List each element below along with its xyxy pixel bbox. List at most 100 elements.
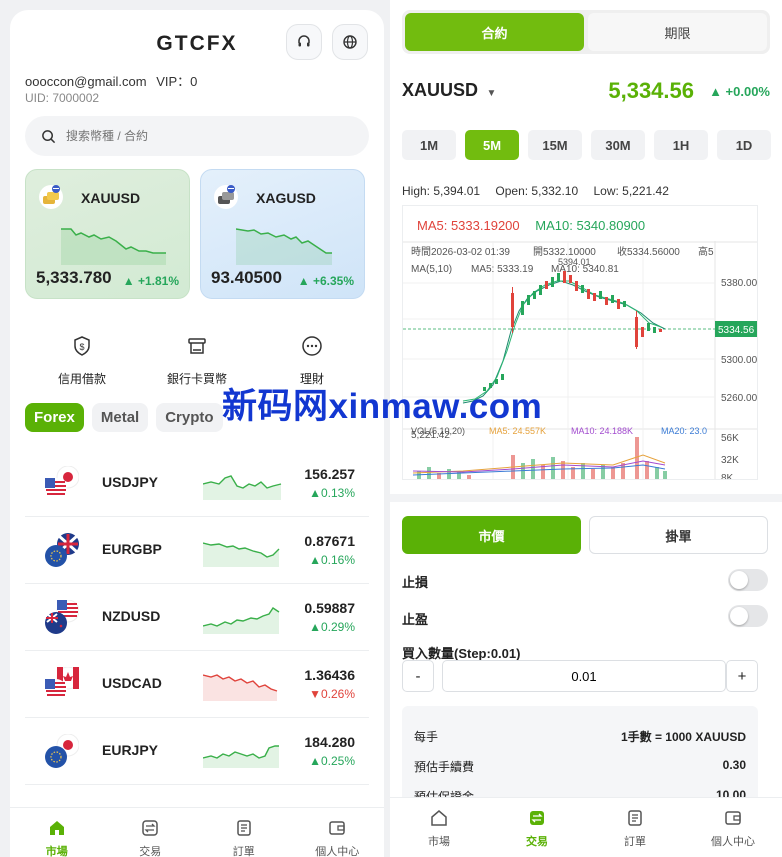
home-icon [49, 821, 64, 835]
silver-bar-icon [214, 185, 238, 209]
tf-1m[interactable]: 1M [402, 130, 456, 160]
tf-30m[interactable]: 30M [591, 130, 645, 160]
list-item[interactable]: EURGBP 0.87671 ▲0.16% [25, 517, 369, 584]
wallet-icon [725, 811, 741, 825]
search-box[interactable] [25, 116, 369, 156]
search-input[interactable] [66, 129, 326, 143]
user-uid: UID: 7000002 [25, 91, 100, 105]
row-change: ▲0.16% [309, 553, 355, 567]
symbol-bar: XAUUSD ▼ 5,334.56 ▲ +0.00% [402, 78, 770, 103]
list-item[interactable]: NZDUSD 0.59887 ▲0.29% [25, 584, 369, 651]
ma10-value: MA10: 5340.80900 [535, 218, 646, 233]
symbol-selector[interactable]: XAUUSD [402, 80, 478, 100]
language-button[interactable] [332, 24, 368, 60]
fee-value: 0.30 [722, 758, 746, 772]
nav-label: 市場 [45, 846, 68, 857]
support-button[interactable] [286, 24, 322, 60]
bottom-nav: 市場 交易 訂單 個人中心 [390, 797, 782, 857]
row-sparkline [203, 674, 278, 701]
chevron-down-icon[interactable]: ▼ [486, 88, 496, 99]
quantity-input[interactable] [442, 660, 726, 692]
market-tabs: Forex Metal Crypto [25, 403, 223, 432]
nav-trade[interactable]: 交易 [104, 808, 198, 857]
svg-text:$: $ [79, 342, 84, 352]
tf-15m[interactable]: 15M [528, 130, 582, 160]
globe-icon [343, 35, 357, 49]
price-tick: 5300.00 [721, 355, 758, 366]
tab-contract[interactable]: 合約 [405, 13, 584, 51]
row-symbol: NZDUSD [102, 608, 161, 624]
vol-tick: 56K [721, 433, 739, 444]
nav-label: 訂單 [232, 846, 255, 857]
list-item[interactable]: EURJPY 184.280 ▲0.25% [25, 718, 369, 785]
take-profit-label: 止盈 [402, 612, 429, 627]
fee-key: 每手 [414, 730, 439, 744]
nav-label: 市場 [428, 836, 450, 848]
card-price: 93.40500 [211, 268, 282, 287]
watermark-text: 新码网xinmaw.com [222, 387, 543, 426]
decrease-button[interactable]: - [402, 660, 434, 692]
increase-button[interactable]: + [726, 660, 758, 692]
kline-chart[interactable]: MA5: 5333.19200 MA10: 5340.80900 時間2026-… [402, 205, 758, 480]
vol-tick: 32K [721, 455, 739, 466]
nav-profile[interactable]: 個人中心 [291, 808, 385, 857]
tab-forex[interactable]: Forex [25, 403, 84, 432]
card-symbol: XAUUSD [81, 190, 141, 206]
nav-label: 個人中心 [711, 836, 755, 848]
nav-label: 交易 [139, 846, 162, 857]
contract-segment: 合約 期限 [402, 10, 770, 54]
list-item[interactable]: USDJPY 156.257 ▲0.13% [25, 450, 369, 517]
open-value: Open: 5,332.10 [495, 184, 579, 198]
tab-metal[interactable]: Metal [91, 403, 149, 432]
price-tick: 5380.00 [721, 278, 758, 289]
row-sparkline [203, 607, 280, 634]
nav-orders[interactable]: 訂單 [197, 808, 291, 857]
tab-futures[interactable]: 期限 [588, 13, 767, 51]
bottom-nav: 市場 交易 訂單 個人中心 [10, 807, 384, 857]
vol-ma10: MA10: 24.188K [571, 426, 633, 436]
more-circle-icon [302, 336, 322, 356]
nav-market[interactable]: 市場 [390, 798, 488, 857]
orders-icon [628, 810, 642, 826]
xauusd-card[interactable]: XAUUSD 5,333.780 ▲ +1.81% [25, 169, 190, 299]
card-change: ▲ +6.35% [297, 274, 354, 288]
stop-loss-toggle[interactable] [728, 569, 768, 591]
search-icon [42, 129, 56, 143]
nzdusd-flag-icon [45, 600, 79, 634]
quantity-stepper: - + [402, 660, 758, 692]
nav-profile[interactable]: 個人中心 [684, 798, 782, 857]
fee-value: 1手數 = 1000 XAUUSD [620, 730, 746, 744]
take-profit-toggle[interactable] [728, 605, 768, 627]
tab-crypto[interactable]: Crypto [156, 403, 223, 432]
eurgbp-flag-icon [45, 533, 79, 567]
chart-max-label: 5394.01 [558, 257, 591, 267]
tab-market-order[interactable]: 市價 [402, 516, 581, 554]
ma5-value: MA5: 5333.19200 [417, 218, 520, 233]
nav-orders[interactable]: 訂單 [586, 798, 684, 857]
row-change: ▼0.26% [309, 687, 355, 701]
card-symbol: XAGUSD [256, 190, 316, 206]
tf-5m[interactable]: 5M [465, 130, 519, 160]
nav-market[interactable]: 市場 [10, 808, 104, 857]
brand-title: GTCFX [156, 32, 238, 55]
xagusd-card[interactable]: XAGUSD 93.40500 ▲ +6.35% [200, 169, 365, 299]
nav-trade[interactable]: 交易 [488, 798, 586, 857]
stop-loss-label: 止損 [402, 575, 429, 590]
price-tick: 5260.00 [721, 393, 758, 404]
usdcad-flag-icon [45, 667, 79, 701]
headset-icon [298, 35, 310, 47]
tf-1d[interactable]: 1D [717, 130, 771, 160]
row-price: 156.257 [304, 466, 355, 482]
timeframe-tabs: 1M 5M 15M 30M 1H 1D [402, 130, 771, 160]
usdjpy-flag-icon [45, 466, 79, 500]
nav-label: 訂單 [624, 836, 646, 848]
user-email: oooccon@gmail.com [25, 74, 147, 89]
chart-close: 收5334.56000 [617, 245, 680, 258]
tf-1h[interactable]: 1H [654, 130, 708, 160]
quick-label: 銀行卡買幣 [166, 372, 227, 386]
tab-pending-order[interactable]: 掛單 [589, 516, 768, 554]
high-value: High: 5,394.01 [402, 184, 481, 198]
card-reader-icon [188, 338, 206, 354]
quick-credit-loan[interactable]: $ 信用借款 [50, 330, 114, 387]
list-item[interactable]: USDCAD 1.36436 ▼0.26% [25, 651, 369, 718]
